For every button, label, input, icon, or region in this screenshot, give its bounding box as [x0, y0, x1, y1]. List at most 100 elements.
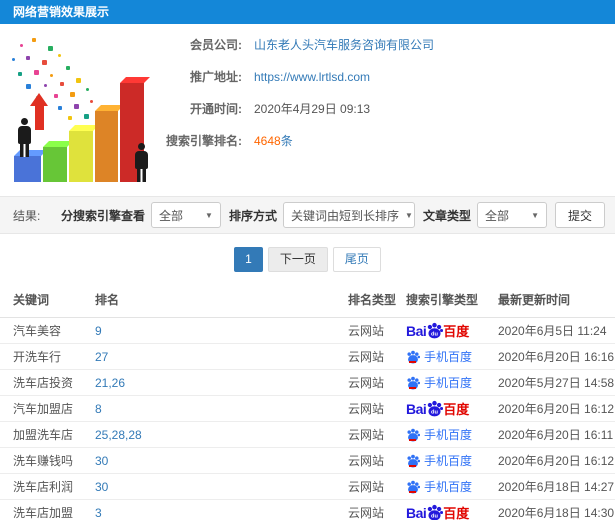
rank-link[interactable]: 9 [95, 324, 102, 338]
keyword-cell: 洗车店投资 [0, 369, 95, 396]
keyword-cell: 汽车美容 [0, 317, 95, 344]
marketing-dashboard: 网络营销效果展示 会员公司: 山东老人头汽车服务咨询有限公司 推广地址: htt… [0, 0, 615, 520]
updated-cell: 2020年6月20日 16:16 [498, 343, 615, 370]
updated-cell: 2020年6月18日 14:30 [498, 499, 615, 520]
member-company-link[interactable]: 山东老人头汽车服务咨询有限公司 [254, 36, 434, 53]
results-table-body: 汽车美容 9 云网站 Bai du 百度 2020年6月5日 11:24 开洗车行 27 云网站手… [0, 317, 615, 520]
keyword-cell: 洗车店加盟 [0, 499, 95, 520]
updated-cell: 2020年6月18日 14:27 [498, 473, 615, 500]
engine-cell: 手机百度 [406, 343, 498, 370]
table-row: 洗车店投资 21,26 云网站 手机百度 2020年5月27日 14:58 [0, 369, 615, 396]
engine-cell: Bai du 百度 [406, 499, 498, 520]
table-header-row: 关键词 排名 排名类型 搜索引擎类型 最新更新时间 [0, 281, 615, 318]
next-page-button[interactable]: 下一页 [267, 247, 328, 272]
promo-url-link[interactable]: https://www.lrtlsd.com [254, 70, 370, 84]
pagination: 1 下一页 尾页 [0, 234, 615, 281]
member-info-section: 会员公司: 山东老人头汽车服务咨询有限公司 推广地址: https://www.… [0, 24, 615, 196]
engine-rank-count: 4648 [254, 134, 281, 148]
rank-type-cell: 云网站 [348, 395, 406, 422]
sort-filter-select[interactable]: 关键词由短到长排序 ▼ [282, 202, 415, 228]
info-fields: 会员公司: 山东老人头汽车服务咨询有限公司 推广地址: https://www.… [150, 36, 605, 164]
submit-button[interactable]: 提交 [554, 202, 605, 228]
page-title: 网络营销效果展示 [0, 0, 615, 24]
engine-filter-select[interactable]: 全部 ▼ [150, 202, 221, 228]
rank-link[interactable]: 25,28,28 [95, 428, 142, 442]
bar-green [43, 147, 67, 182]
mobile-baidu-badge: 手机百度 [406, 454, 472, 468]
rank-type-cell: 云网站 [348, 343, 406, 370]
confetti-dot [76, 78, 81, 83]
mobile-baidu-badge: 手机百度 [406, 428, 472, 442]
table-row: 洗车赚钱吗 30 云网站 手机百度 2020年6月20日 16:12 [0, 447, 615, 474]
rank-link[interactable]: 3 [95, 506, 102, 520]
paw-icon [407, 428, 421, 442]
rank-link[interactable]: 30 [95, 454, 108, 468]
rank-cell: 30 [95, 473, 348, 500]
updated-cell: 2020年5月27日 14:58 [498, 369, 615, 396]
mobile-baidu-icon [406, 428, 421, 442]
table-row: 加盟洗车店 25,28,28 云网站 手机百度 2020年6月20日 16:11 [0, 421, 615, 448]
rank-type-cell: 云网站 [348, 447, 406, 474]
rank-type-cell: 云网站 [348, 369, 406, 396]
rank-link[interactable]: 8 [95, 402, 102, 416]
rank-type-cell: 云网站 [348, 317, 406, 344]
open-time-field: 开通时间: 2020年4月29日 09:13 [150, 100, 605, 117]
engine-cell: 手机百度 [406, 473, 498, 500]
rank-cell: 8 [95, 395, 348, 422]
engine-filter-label: 分搜索引擎查看 [60, 208, 145, 223]
filter-bar: 结果: 分搜索引擎查看 全部 ▼ 排序方式 关键词由短到长排序 ▼ 文章类型 全… [0, 196, 615, 234]
updated-cell: 2020年6月5日 11:24 [498, 317, 615, 344]
engine-cell: 手机百度 [406, 421, 498, 448]
confetti-dot [86, 88, 89, 91]
table-row: 开洗车行 27 云网站 手机百度 2020年6月20日 16:16 [0, 343, 615, 370]
businessman-figure-right [135, 143, 148, 182]
mobile-baidu-badge: 手机百度 [406, 376, 472, 390]
page-1-button[interactable]: 1 [234, 247, 263, 272]
table-row: 汽车加盟店 8 云网站 Bai du 百度 2020年6月20日 16:12 [0, 395, 615, 422]
mobile-baidu-badge: 手机百度 [406, 480, 472, 494]
confetti-dot [18, 72, 22, 76]
engine-cell: 手机百度 [406, 369, 498, 396]
baidu-logo: Bai du 百度 [406, 504, 470, 520]
updated-cell: 2020年6月20日 16:12 [498, 447, 615, 474]
engine-filter-value: 全部 [158, 208, 183, 223]
col-updated: 最新更新时间 [498, 281, 615, 318]
confetti-dot [60, 82, 64, 86]
confetti-dot [26, 84, 31, 89]
mobile-baidu-icon [406, 376, 421, 390]
rank-link[interactable]: 27 [95, 350, 108, 364]
svg-text:du: du [431, 331, 438, 337]
mobile-baidu-icon [406, 480, 421, 494]
article-type-value: 全部 [484, 208, 509, 223]
confetti-dot [68, 116, 72, 120]
chevron-down-icon: ▼ [531, 210, 539, 220]
rank-type-cell: 云网站 [348, 473, 406, 500]
promo-url-field: 推广地址: https://www.lrtlsd.com [150, 68, 605, 85]
up-arrow-icon [30, 93, 48, 130]
table-row: 洗车店利润 30 云网站 手机百度 2020年6月18日 14:27 [0, 473, 615, 500]
rank-type-cell: 云网站 [348, 421, 406, 448]
last-page-button[interactable]: 尾页 [332, 247, 381, 272]
open-time-label: 开通时间: [190, 102, 242, 116]
mobile-baidu-icon [406, 350, 421, 364]
keyword-cell: 洗车赚钱吗 [0, 447, 95, 474]
rank-link[interactable]: 21,26 [95, 376, 125, 390]
paw-icon [407, 350, 421, 364]
engine-rank-field: 搜索引擎排名: 4648条 [150, 132, 605, 149]
sort-filter-label: 排序方式 [228, 208, 277, 223]
paw-icon: du [428, 400, 444, 417]
svg-text:du: du [431, 409, 438, 415]
confetti-dot [26, 56, 30, 60]
rank-link[interactable]: 30 [95, 480, 108, 494]
table-row: 洗车店加盟 3 云网站 Bai du 百度 2020年6月18日 14:30 [0, 499, 615, 520]
article-type-select[interactable]: 全部 ▼ [476, 202, 547, 228]
confetti-dot [48, 46, 53, 51]
confetti-dot [90, 100, 93, 103]
baidu-logo: Bai du 百度 [406, 322, 470, 339]
keyword-cell: 洗车店利润 [0, 473, 95, 500]
confetti-dot [42, 60, 47, 65]
confetti-dot [84, 114, 89, 119]
paw-icon [407, 376, 421, 390]
col-engine-type: 搜索引擎类型 [406, 281, 498, 318]
rank-cell: 21,26 [95, 369, 348, 396]
